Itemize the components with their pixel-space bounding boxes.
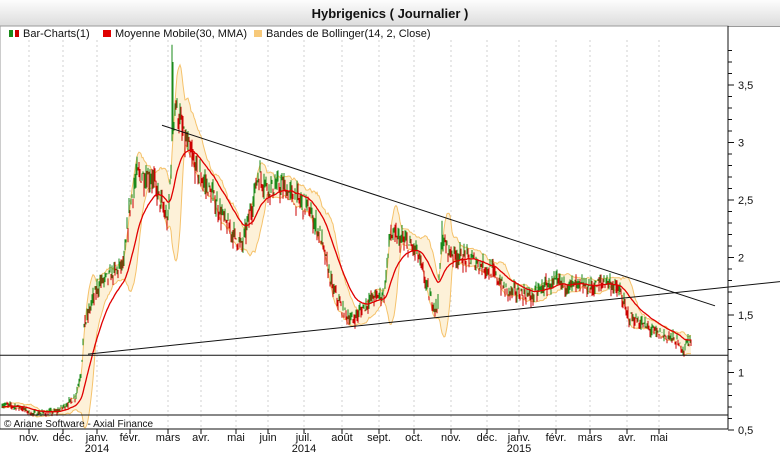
price-chart: 3,532,521,510,5 nov. déc. janv. févr. mars av… xyxy=(0,25,780,455)
y-tick-label: 3 xyxy=(738,138,744,150)
x-year-label: 2014 xyxy=(292,443,316,455)
x-tick-label: déc. xyxy=(477,432,498,444)
y-tick-label: 1 xyxy=(738,368,744,380)
legend-label-ma: Moyenne Mobile(30, MMA) xyxy=(115,28,247,40)
chart-root: Hybrigenics ( Journalier ) 3,5 3 2,5 2 1,5 1 0… xyxy=(0,0,780,455)
x-tick-label: mars xyxy=(156,432,181,444)
x-tick-label: sept. xyxy=(367,432,391,444)
x-tick-label: avr. xyxy=(192,432,210,444)
legend-swatch-bar-down xyxy=(15,30,19,37)
x-tick-label: juin xyxy=(258,432,276,444)
y-tick-label: 0,5 xyxy=(738,425,753,437)
x-tick-label: févr. xyxy=(546,432,567,444)
legend-swatch-bar-up xyxy=(9,30,13,37)
x-tick-label: déc. xyxy=(53,432,74,444)
x-tick-label: févr. xyxy=(120,432,141,444)
x-year-label: 2015 xyxy=(507,443,531,455)
x-tick-label: mars xyxy=(578,432,603,444)
x-tick-label: nov. xyxy=(19,432,39,444)
x-tick-label: avr. xyxy=(618,432,636,444)
legend-swatch-bollinger xyxy=(254,30,262,37)
plot-frame xyxy=(0,25,729,430)
y-axis-ticks: 3,5 3 2,5 2 1,5 1 0,5 xyxy=(728,50,753,437)
copyright-text: © Ariane Software - Axial Finance xyxy=(4,419,154,430)
x-tick-label: nov. xyxy=(441,432,461,444)
x-tick-label: mai xyxy=(650,432,668,444)
y-tick-label: 1,5 xyxy=(738,310,753,322)
x-axis-ticks: nov. déc. janv. févr. mars avr. mai juin juil. ao… xyxy=(19,429,668,455)
legend-swatch-ma xyxy=(103,30,111,37)
legend-label-bars: Bar-Charts(1) xyxy=(23,28,90,40)
x-tick-label: mai xyxy=(227,432,245,444)
y-tick-label: 2,5 xyxy=(738,195,753,207)
legend-label-bollinger: Bandes de Bollinger(14, 2, Close) xyxy=(266,28,430,40)
x-tick-label: oct. xyxy=(405,432,423,444)
legend: Bar-Charts(1) Moyenne Mobile(30, MMA) Ba… xyxy=(9,28,430,40)
x-tick-label: août xyxy=(331,432,352,444)
y-tick-label: 3,5 xyxy=(738,80,753,92)
x-year-label: 2014 xyxy=(85,443,109,455)
y-tick-label: 2 xyxy=(738,253,744,265)
